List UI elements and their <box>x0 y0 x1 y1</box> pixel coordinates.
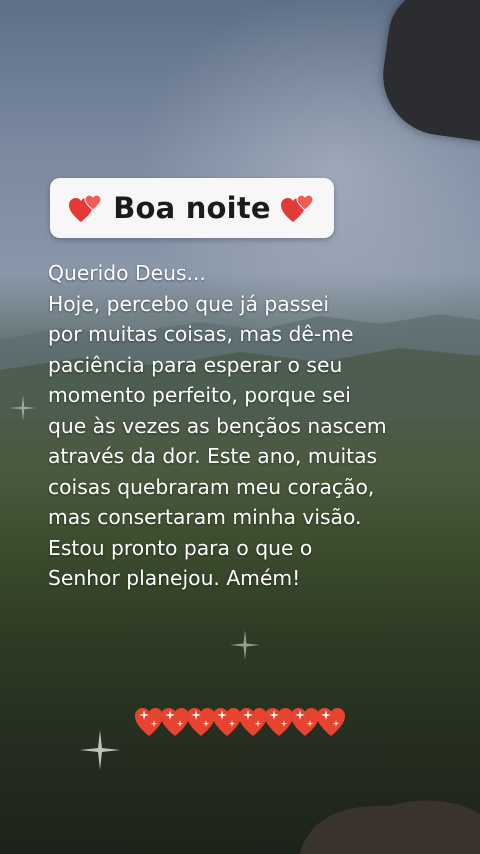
sparkle-icon <box>230 630 260 660</box>
foreground-rock <box>300 800 480 854</box>
sparkle-icon <box>80 730 120 770</box>
title-banner: Boa noite <box>50 178 334 238</box>
sparkle-icon <box>10 395 36 421</box>
title-text: Boa noite <box>113 191 271 225</box>
sparkling-hearts-row <box>135 700 346 746</box>
message-text: Querido Deus... Hoje, percebo que já pas… <box>48 261 387 590</box>
double-heart-icon <box>69 194 102 222</box>
double-heart-icon <box>280 194 314 222</box>
sparkling-heart-icon <box>317 708 345 736</box>
